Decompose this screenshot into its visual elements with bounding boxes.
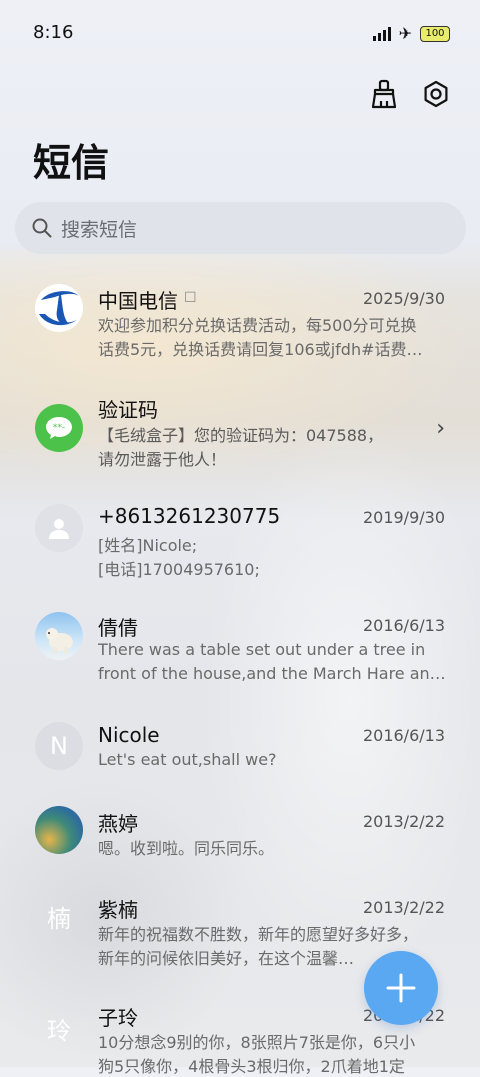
default-person-avatar	[35, 504, 83, 552]
search-bar[interactable]: 搜索短信	[15, 202, 466, 254]
contact-name: +8613261230775	[98, 504, 281, 528]
contact-name: 中国电信	[98, 289, 178, 313]
airplane-icon: ✈	[398, 24, 412, 43]
message-preview-line2: 请勿泄露于他人！	[98, 450, 227, 469]
message-date: 2019/9/30	[362, 508, 445, 527]
conversation-item[interactable]: **- 验证码 【毛绒盒子】您的验证码为：047588， 请勿泄露于他人！ ›	[0, 380, 480, 484]
message-preview-line1: 新年的祝福数不胜数，新年的愿望好多好多，	[98, 925, 419, 944]
signal-icon	[372, 26, 391, 41]
search-placeholder: 搜索短信	[61, 218, 138, 241]
message-preview-line2: 狗5只像你，4根骨头3根归你，2爪着地1定	[98, 1057, 405, 1076]
svg-text:**-: **-	[53, 423, 65, 433]
new-message-button[interactable]	[364, 951, 438, 1025]
message-preview-line1: [姓名]Nicole;	[98, 536, 198, 555]
letter-avatar: 玲	[47, 1016, 71, 1045]
conversation-item[interactable]: 倩倩 2016/6/13 There was a table set out u…	[0, 600, 480, 704]
battery-icon: 100	[420, 25, 450, 42]
letter-avatar: N	[35, 722, 83, 770]
message-date: 2025/9/30	[362, 289, 445, 308]
verification-code-avatar: **-	[35, 404, 83, 452]
message-preview-line1: 欢迎参加积分兑换话费活动，每500分可兑换	[98, 316, 417, 335]
message-preview-line1: 嗯。收到啦。同乐同乐。	[98, 839, 275, 858]
conversation-item[interactable]: 燕婷 2013/2/22 嗯。收到啦。同乐同乐。	[0, 796, 480, 876]
search-icon	[32, 218, 52, 238]
contact-name: 子玲	[98, 1006, 138, 1030]
conversation-item[interactable]: N Nicole 2016/6/13 Let's eat out,shall w…	[0, 710, 480, 790]
chevron-right-icon: ›	[436, 416, 445, 441]
message-preview-line1: Let's eat out,shall we?	[98, 750, 277, 769]
china-telecom-logo-avatar	[35, 284, 83, 332]
message-date: 2016/6/13	[362, 726, 445, 745]
message-preview-line1: 10分想念9别的你，8张照片7张是你，6只小	[98, 1033, 416, 1052]
message-preview-line1: There was a table set out under a tree i…	[98, 640, 426, 659]
message-date: 2013/2/22	[362, 812, 445, 831]
page-title: 短信	[33, 141, 110, 185]
status-time: 8:16	[33, 22, 74, 43]
contact-name: 验证码	[98, 398, 158, 422]
message-preview-line2: 新年的问候依旧美好，在这个温馨的时刻…	[98, 949, 368, 968]
status-bar: 8:16 ✈ 100	[0, 0, 480, 66]
conversation-item[interactable]: +8613261230775 2019/9/30 [姓名]Nicole; [电话…	[0, 492, 480, 596]
edit-note-icon: ☐	[184, 290, 197, 306]
clean-brush-icon[interactable]	[368, 78, 400, 110]
contact-name: Nicole	[98, 723, 160, 747]
contact-name: 倩倩	[98, 616, 138, 640]
settings-gear-icon[interactable]	[420, 78, 452, 110]
letter-avatar: 楠	[47, 904, 71, 933]
polar-bear-photo-avatar	[35, 612, 83, 660]
status-icons: ✈ 100	[372, 24, 450, 43]
message-preview-line2: 话费5元，兑换话费请回复106或jfdh#话费…	[98, 340, 423, 359]
message-date: 2013/2/22	[362, 898, 445, 917]
message-preview-line2: front of the house,and the March Hare an…	[98, 664, 446, 683]
contact-name: 燕婷	[98, 812, 138, 836]
conversation-item[interactable]: 中国电信 ☐ 2025/9/30 欢迎参加积分兑换话费活动，每500分可兑换 话…	[0, 270, 480, 374]
message-preview-line2: [电话]17004957610;	[98, 560, 260, 579]
message-preview-line1: 【毛绒盒子】您的验证码为：047588，	[98, 426, 384, 445]
contact-name: 紫楠	[98, 898, 138, 922]
colorful-photo-avatar	[35, 806, 83, 854]
plus-icon	[386, 973, 416, 1003]
message-date: 2016/6/13	[362, 616, 445, 635]
